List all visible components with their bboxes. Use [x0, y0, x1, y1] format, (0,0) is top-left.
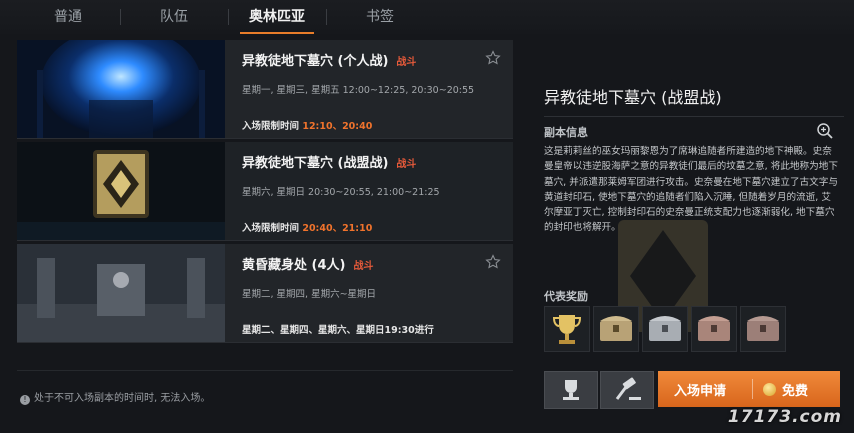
- bookmark-star-icon[interactable]: [485, 254, 501, 270]
- divider: [544, 116, 844, 117]
- battle-tag: 战斗: [396, 159, 417, 170]
- tab-bar: 普通 队伍 奥林匹亚 书签: [0, 0, 854, 34]
- divider: [17, 370, 513, 371]
- divider: [752, 379, 753, 399]
- info-icon: !: [20, 395, 30, 405]
- trophy-podium-icon: [563, 380, 579, 400]
- reward-chest[interactable]: [691, 306, 737, 352]
- auction-button[interactable]: [600, 371, 654, 409]
- entry-limit: 入场限制时间 20:40、21:10: [242, 223, 373, 234]
- dungeon-description: 这是莉莉丝的巫女玛丽黎恩为了席琳追随者所建造的地下神殿。史奈曼皇帝以违逆股海萨之…: [544, 146, 838, 234]
- tab-bookmarks[interactable]: 书签: [330, 0, 430, 34]
- dungeon-list: 异教徒地下墓穴 (个人战) 战斗 星期一, 星期三, 星期五 12:00~12:2…: [17, 40, 513, 346]
- reward-chest[interactable]: [740, 306, 786, 352]
- dungeon-title: 黄昏藏身处 (4人) 战斗: [242, 258, 374, 273]
- cost-label: 免费: [782, 384, 809, 399]
- dungeon-card-twilight[interactable]: 黄昏藏身处 (4人) 战斗 星期二, 星期四, 星期六~星期日 星期二、星期四、星…: [17, 244, 513, 343]
- rewards-label: 代表奖励: [544, 290, 588, 303]
- bookmark-star-icon[interactable]: [485, 50, 501, 66]
- enter-request-button[interactable]: 入场申请 免费: [658, 371, 840, 407]
- battle-tag: 战斗: [353, 261, 374, 272]
- tab-divider: [120, 9, 121, 25]
- detail-panel: 异教徒地下墓穴 (战盟战) 副本信息 这是莉莉丝的巫女玛丽黎恩为了席琳追随者所建…: [530, 40, 854, 433]
- dungeon-card-solo[interactable]: 异教徒地下墓穴 (个人战) 战斗 星期一, 星期三, 星期五 12:00~12:2…: [17, 40, 513, 139]
- entry-notice: ! 处于不可入场副本的时间时, 无法入场。: [20, 389, 210, 405]
- dungeon-schedule: 星期一, 星期三, 星期五 12:00~12:25, 20:30~20:55: [242, 85, 475, 96]
- chest-icon: [600, 316, 632, 341]
- reward-chest[interactable]: [593, 306, 639, 352]
- tab-party[interactable]: 队伍: [124, 0, 224, 34]
- dungeon-thumbnail-solo: [17, 40, 225, 138]
- enter-request-label: 入场申请: [674, 384, 727, 399]
- dungeon-title: 异教徒地下墓穴 (个人战) 战斗: [242, 54, 417, 69]
- dungeon-schedule: 星期六, 星期日 20:30~20:55, 21:00~21:25: [242, 187, 440, 198]
- tab-normal[interactable]: 普通: [20, 0, 116, 34]
- coin-icon: [763, 383, 776, 396]
- battle-tag: 战斗: [396, 57, 417, 68]
- detail-title: 异教徒地下墓穴 (战盟战): [544, 88, 722, 107]
- dungeon-schedule: 星期二, 星期四, 星期六~星期日: [242, 289, 377, 300]
- dungeon-info-label: 副本信息: [544, 126, 588, 139]
- reward-chest[interactable]: [642, 306, 688, 352]
- dungeon-thumbnail-twilight: [17, 244, 225, 342]
- reward-trophy[interactable]: [544, 306, 590, 352]
- entry-limit: 入场限制时间 12:10、20:40: [242, 121, 373, 132]
- watermark: 17173.com: [727, 407, 842, 427]
- gavel-icon: [615, 377, 641, 400]
- entry-limit: 星期二、星期四、星期六、星期日19:30进行: [242, 325, 434, 336]
- zoom-in-icon[interactable]: [816, 122, 834, 140]
- dungeon-thumbnail-alliance: [17, 142, 225, 240]
- tab-divider: [228, 9, 229, 25]
- chest-icon: [747, 316, 779, 341]
- trophy-icon: [552, 315, 582, 344]
- tab-divider: [326, 9, 327, 25]
- chest-icon: [698, 316, 730, 341]
- ranking-button[interactable]: [544, 371, 598, 409]
- dungeon-card-alliance[interactable]: 异教徒地下墓穴 (战盟战) 战斗 星期六, 星期日 20:30~20:55, 21…: [17, 142, 513, 241]
- chest-icon: [649, 316, 681, 341]
- dungeon-title: 异教徒地下墓穴 (战盟战) 战斗: [242, 156, 417, 171]
- tab-olympia[interactable]: 奥林匹亚: [232, 0, 322, 34]
